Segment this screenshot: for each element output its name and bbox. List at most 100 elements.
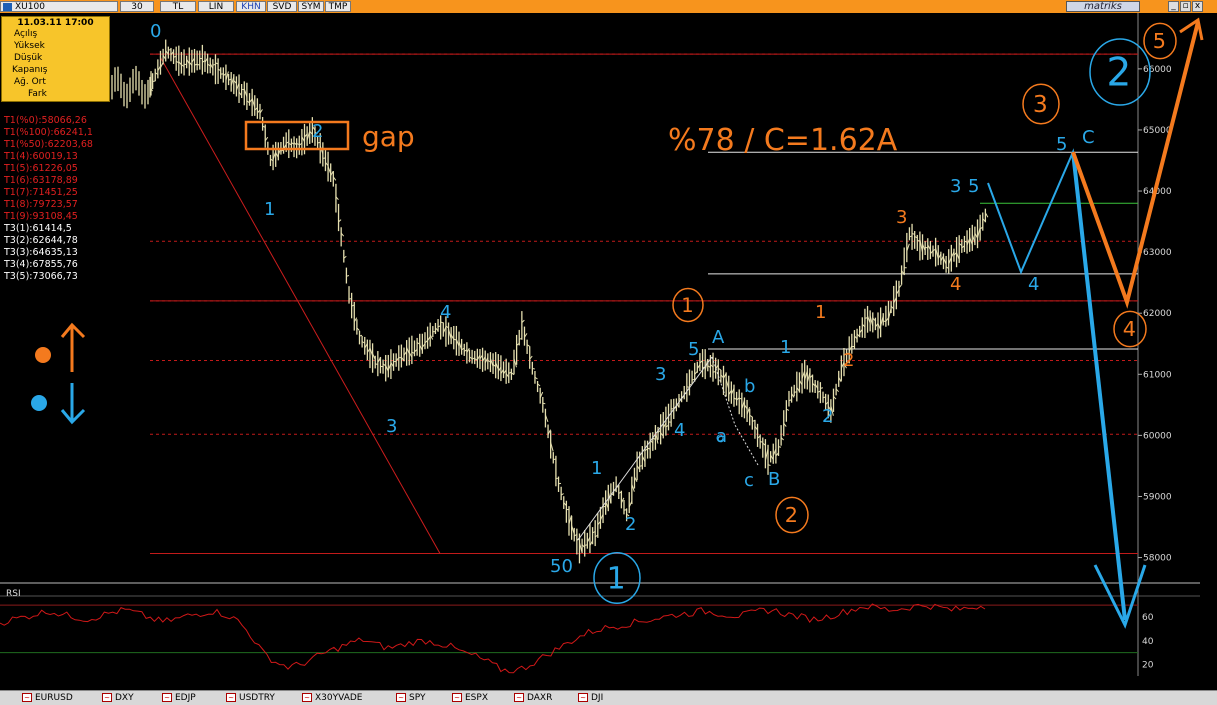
bottom-tab[interactable]: ~ EDJP [162,691,196,705]
wave-label: 3 [655,364,666,385]
info-close: Kapanış [12,65,48,75]
chart-icon: ~ [578,693,588,702]
price-tick [542,402,546,405]
wave-label: 0 [150,21,161,42]
level-t1: T1(8):79723,57 [4,199,78,210]
level-t3: T3(4):67855,76 [4,259,78,270]
sym-button[interactable]: SYM [298,1,324,12]
level-t1: T1(5):61226,05 [4,163,78,174]
rsi-tick-label: 20 [1142,661,1154,671]
rsi-label: RSI [6,589,21,599]
price-chart[interactable]: 5800059000600006100062000630006400065000… [0,13,1217,690]
minimize-button[interactable]: _ [1168,1,1179,12]
wave-label: 1 [815,302,826,323]
bottom-tab[interactable]: ~ USDTRY [226,691,275,705]
bottom-tab[interactable]: ~ DXY [102,691,134,705]
restore-button[interactable]: ▫ [1180,1,1191,12]
symbol-toolbar: XU100 30 TL LIN KHN SVD SYM TMP matriks … [0,0,1217,13]
bottom-tab[interactable]: ~ DAXR [514,691,552,705]
chart-icon: ~ [102,693,112,702]
level-t1: T1(9):93108,45 [4,211,78,222]
price-tick-label: 59000 [1143,492,1172,502]
info-low: Düşük [14,53,43,63]
rsi-tick-label: 40 [1142,637,1154,647]
bottom-tab[interactable]: ~ SPY [396,691,425,705]
info-datetime: 11.03.11 17:00 [17,18,94,28]
circled-wave-label: 2 [1107,51,1132,96]
level-t3: T3(3):64635,13 [4,247,78,258]
chart-icon: ~ [302,693,312,702]
bottom-tab[interactable]: ~ ESPX [452,691,488,705]
price-tick-label: 62000 [1143,309,1172,319]
wave-label: 1 [591,458,602,479]
target-label: %78 / C=1.62A [668,123,898,158]
level-t1: T1(4):60019,13 [4,151,78,162]
close-button[interactable]: x [1192,1,1203,12]
symbol-label: XU100 [15,2,45,12]
rsi-tick-label: 60 [1142,613,1154,623]
info-high: Yüksek [14,41,45,51]
wave-label: 3 [386,416,397,437]
circled-wave-label: 5 [1153,29,1166,53]
gap-label: gap [362,120,415,153]
circled-wave-label: 3 [1033,90,1048,118]
wave-label: 5 [1056,134,1067,155]
chart-icon: ~ [226,693,236,702]
level-t3: T3(2):62644,78 [4,235,78,246]
level-t1: T1(6):63178,89 [4,175,78,186]
circled-wave-label: 4 [1123,317,1136,341]
price-tick [820,387,824,389]
circled-wave-label: 2 [785,503,798,527]
wave-label: 2 [822,406,833,427]
level-t1: T1(%0):58066,26 [4,115,87,126]
wave-label: 1 [264,199,275,220]
circled-wave-label: 1 [681,294,693,317]
circled-wave-label: 1 [607,561,626,596]
price-tick [778,446,782,448]
lin-button[interactable]: LIN [198,1,234,12]
wave-label: 2 [843,350,854,371]
wave-label: 2 [312,121,323,142]
level-t3: T3(1):61414,5 [4,223,72,234]
level-t1: T1(%50):62203,68 [4,139,93,150]
price-tick-label: 63000 [1143,248,1172,258]
wave-label: 3 [950,176,961,197]
wave-label: 2 [625,514,636,535]
tmp-button[interactable]: TMP [325,1,351,12]
tl-button[interactable]: TL [160,1,196,12]
info-open: Açılış [14,29,38,39]
bottom-tab[interactable]: ~ DJI [578,691,603,705]
chart-icon: ~ [22,693,32,702]
wave-label: 50 [550,556,573,577]
level-t3: T3(5):73066,73 [4,271,78,282]
price-tick-label: 66000 [1143,65,1172,75]
chart-icon: ~ [396,693,406,702]
wave-label: 5 [968,176,979,197]
level-t1: T1(7):71451,25 [4,187,78,198]
period-label: 30 [131,2,143,12]
ohlc-info-box: 11.03.11 17:00 Açılış Yüksek Düşük Kapan… [1,16,110,102]
svd-button[interactable]: SVD [267,1,297,12]
price-tick-label: 58000 [1143,554,1172,564]
wave-label: 3 [896,207,907,228]
wave-label: c [744,470,754,491]
legend-dot-blue [31,395,47,411]
chart-icon: ~ [162,693,172,702]
price-tick-label: 61000 [1143,370,1172,380]
bottom-tab[interactable]: ~ EURUSD [22,691,73,705]
wave-label: 1 [780,337,791,358]
brand-logo: matriks [1066,1,1140,12]
chart-icon: ~ [514,693,524,702]
wave-label: 4 [1028,274,1039,295]
khn-button[interactable]: KHN [236,1,266,12]
period-field[interactable]: 30 [120,1,154,12]
level-list: T1(%0):58066,26 T1(%100):66241,1 T1(%50)… [4,115,93,283]
wave-label: B [768,469,780,490]
wave-label: 4 [950,274,961,295]
symbol-tab-bar: ~ EURUSD ~ DXY ~ EDJP ~ USDTRY ~ X30YVADE ~ SP… [0,690,1217,705]
legend-dot-orange [35,347,51,363]
wave-label: 5 [688,339,699,360]
wave-label: 4 [440,302,451,323]
symbol-field[interactable]: XU100 [0,1,118,12]
bottom-tab[interactable]: ~ X30YVADE [302,691,362,705]
